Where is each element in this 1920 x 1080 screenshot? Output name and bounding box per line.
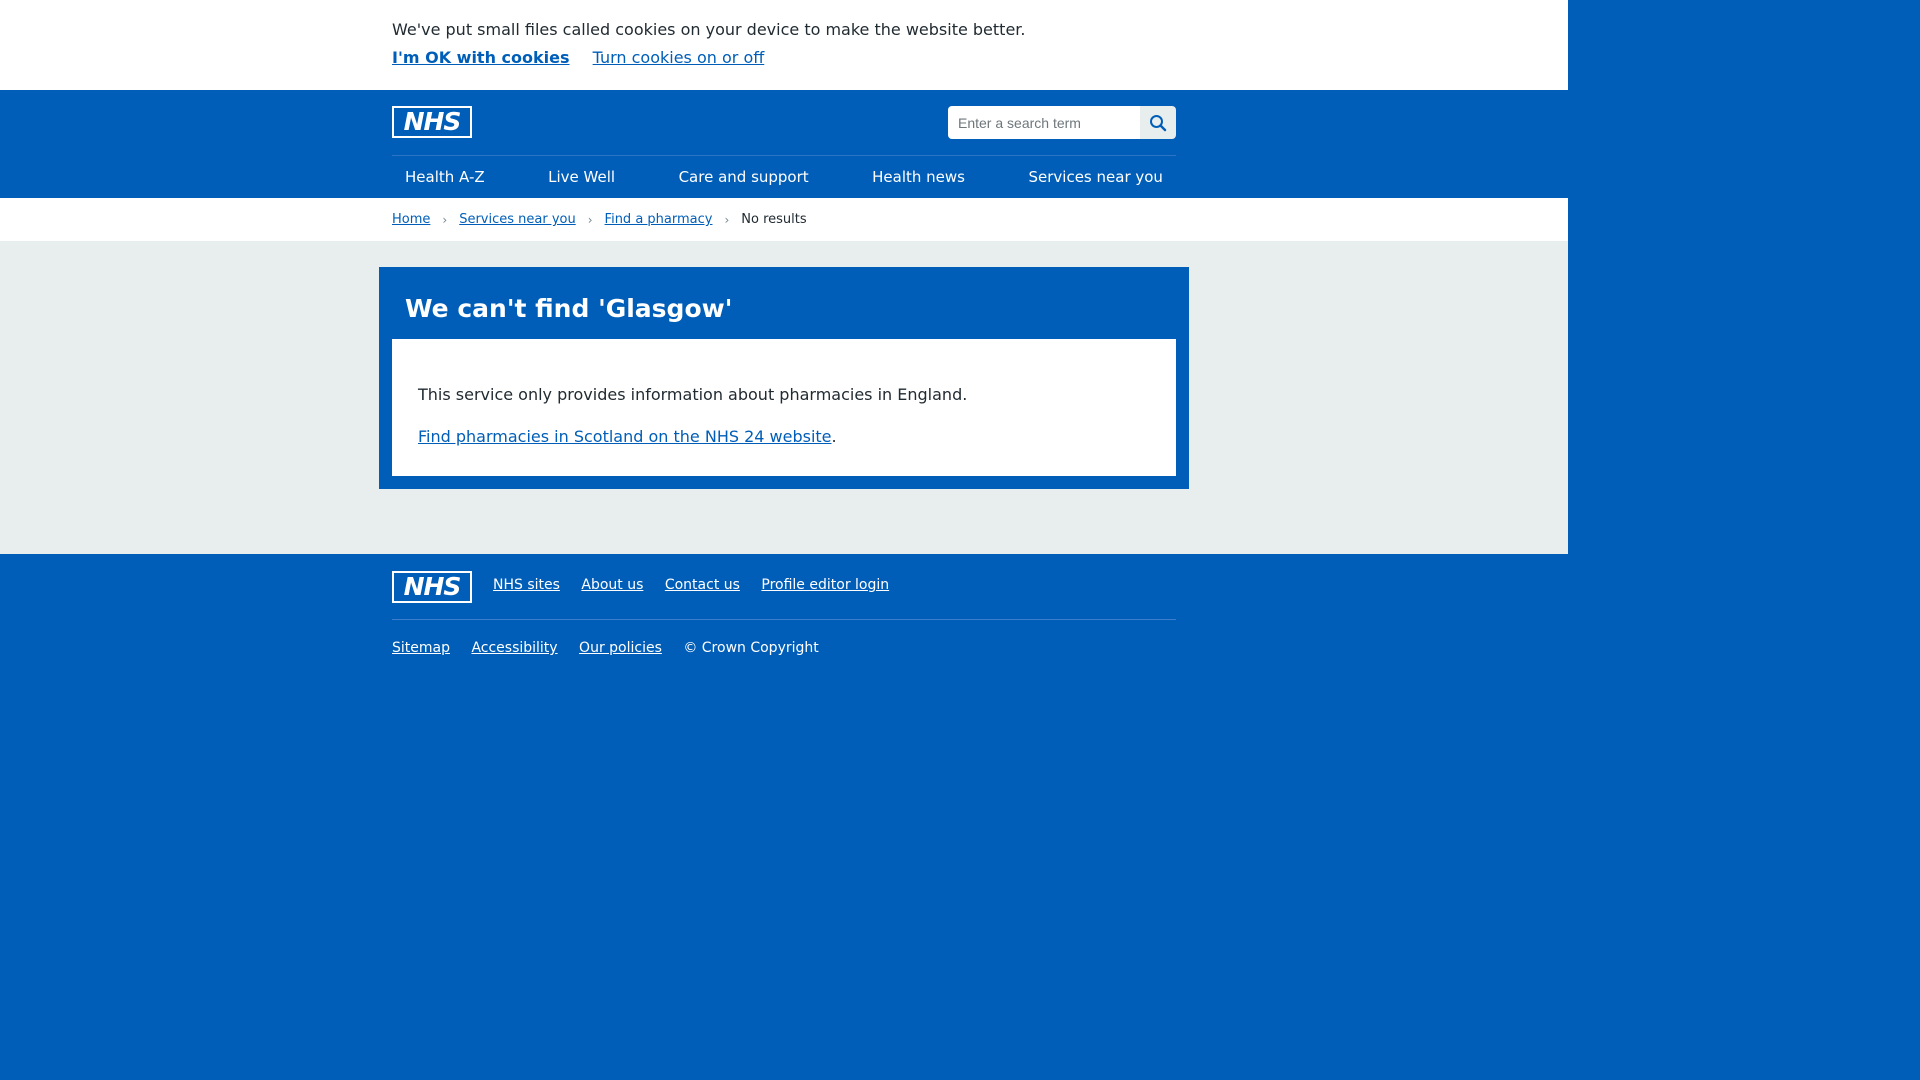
no-results-body: This service only provides information a… <box>392 339 1176 476</box>
breadcrumb-current: No results <box>741 212 807 227</box>
page-title: We can't find 'Glasgow' <box>405 294 733 323</box>
chevron-right-icon: › <box>587 212 593 227</box>
footer-logo-text: NHS <box>394 573 470 601</box>
site-footer: NHS NHS sites About us Contact us Profil… <box>0 554 1568 882</box>
no-results-panel: We can't find 'Glasgow' This service onl… <box>379 267 1189 489</box>
service-scope-message: This service only provides information a… <box>418 385 968 404</box>
search-icon <box>1150 114 1167 131</box>
cookie-message: We've put small files called cookies on … <box>392 20 1026 39</box>
nav-live-well[interactable]: Live Well <box>535 168 628 186</box>
breadcrumb: Home › Services near you › Find a pharma… <box>0 198 1568 241</box>
site-header: NHS Health A-Z Live Well Care and suppor… <box>0 90 1568 198</box>
footer-link-nhs-sites[interactable]: NHS sites <box>493 577 560 593</box>
chevron-right-icon: › <box>442 212 448 227</box>
nhs-logo[interactable]: NHS <box>392 106 472 138</box>
breadcrumb-home[interactable]: Home <box>392 212 430 227</box>
footer-link-profile-editor-login[interactable]: Profile editor login <box>761 577 889 593</box>
link-suffix: . <box>831 427 837 446</box>
breadcrumb-find-a-pharmacy[interactable]: Find a pharmacy <box>605 212 713 227</box>
breadcrumb-services-near-you[interactable]: Services near you <box>459 212 576 227</box>
scotland-pharmacies-link[interactable]: Find pharmacies in Scotland on the NHS 2… <box>418 427 832 446</box>
footer-nhs-logo[interactable]: NHS <box>392 571 472 603</box>
footer-secondary-links: Sitemap Accessibility Our policies © Cro… <box>392 637 819 659</box>
search-form <box>948 106 1176 139</box>
search-input[interactable] <box>948 106 1140 139</box>
footer-link-our-policies[interactable]: Our policies <box>579 640 662 656</box>
search-button[interactable] <box>1140 106 1176 139</box>
main-content: We can't find 'Glasgow' This service onl… <box>0 241 1568 554</box>
main-nav: Health A-Z Live Well Care and support He… <box>392 156 1176 198</box>
nav-health-news[interactable]: Health news <box>859 168 978 186</box>
footer-divider <box>392 619 1176 620</box>
scotland-link-paragraph: Find pharmacies in Scotland on the NHS 2… <box>418 426 837 448</box>
nhs-logo-text: NHS <box>394 108 470 136</box>
cookie-banner: We've put small files called cookies on … <box>0 0 1568 90</box>
cookie-settings-link[interactable]: Turn cookies on or off <box>593 48 765 67</box>
accept-cookies-link[interactable]: I'm OK with cookies <box>392 48 570 67</box>
chevron-right-icon: › <box>724 212 730 227</box>
nav-services-near-you[interactable]: Services near you <box>1016 168 1176 186</box>
nav-care-and-support[interactable]: Care and support <box>666 168 822 186</box>
copyright-text: © Crown Copyright <box>683 640 819 656</box>
footer-link-contact-us[interactable]: Contact us <box>665 577 740 593</box>
footer-link-about-us[interactable]: About us <box>581 577 643 593</box>
nav-health-a-z[interactable]: Health A-Z <box>392 168 498 186</box>
footer-primary-links: NHS sites About us Contact us Profile ed… <box>493 574 906 596</box>
footer-link-accessibility[interactable]: Accessibility <box>471 640 557 656</box>
footer-link-sitemap[interactable]: Sitemap <box>392 640 450 656</box>
